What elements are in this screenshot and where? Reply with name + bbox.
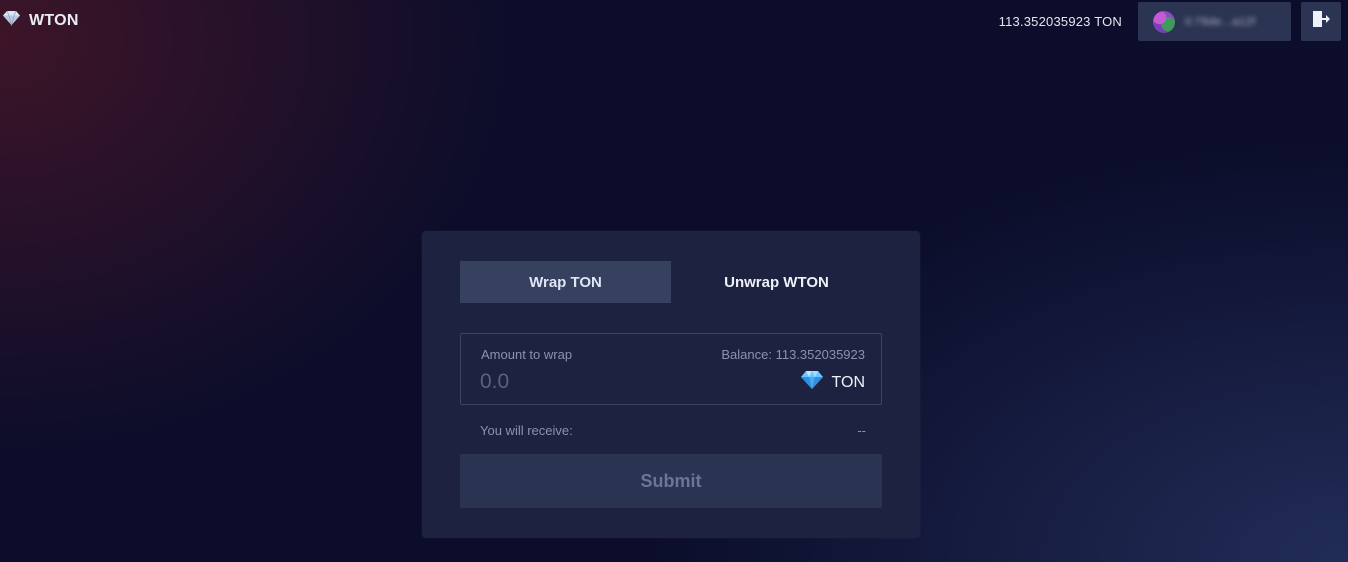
amount-label: Amount to wrap — [481, 347, 573, 362]
logout-icon — [1311, 9, 1331, 34]
token-label: TON — [831, 373, 865, 391]
submit-button[interactable]: Submit — [460, 454, 882, 508]
top-bar: WTON 113.352035923 TON 0:78de...a12f — [0, 0, 1348, 42]
brand-title: WTON — [29, 11, 79, 29]
avatar — [1153, 10, 1175, 33]
brand-logo[interactable]: WTON — [2, 10, 79, 31]
receive-value: -- — [857, 423, 866, 438]
wrap-card: Wrap TON Unwrap WTON Amount to wrap Bala… — [422, 231, 920, 538]
wallet-button[interactable]: 0:78de...a12f — [1138, 2, 1291, 41]
diamond-icon — [2, 10, 21, 31]
ton-diamond-icon — [800, 370, 824, 395]
wallet-address: 0:78de...a12f — [1185, 15, 1256, 28]
receive-row: You will receive: -- — [480, 423, 866, 438]
balance-label[interactable]: Balance: 113.352035923 — [721, 347, 865, 362]
token-selector[interactable]: TON — [800, 370, 865, 395]
tab-wrap-ton[interactable]: Wrap TON — [460, 261, 671, 303]
tab-bar: Wrap TON Unwrap WTON — [460, 261, 882, 303]
tab-unwrap-wton[interactable]: Unwrap WTON — [671, 261, 882, 303]
receive-label: You will receive: — [480, 423, 573, 438]
amount-input[interactable] — [480, 368, 720, 396]
header-balance: 113.352035923 TON — [998, 14, 1122, 29]
logout-button[interactable] — [1301, 2, 1341, 41]
amount-field-container: Amount to wrap Balance: 113.352035923 TO… — [460, 333, 882, 405]
